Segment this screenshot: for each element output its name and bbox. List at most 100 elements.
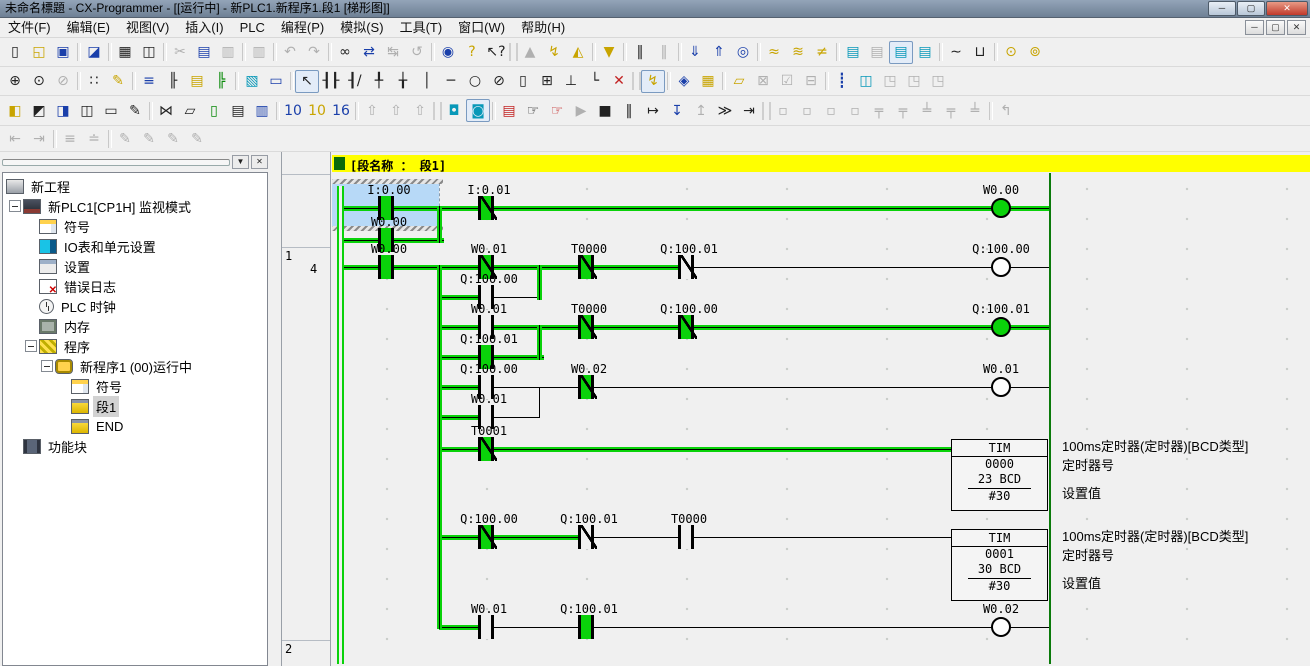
release-changes-icon[interactable]: ⊟ <box>799 70 823 93</box>
coil-q100.00[interactable] <box>991 257 1011 277</box>
contact-w0.01[interactable] <box>478 615 494 639</box>
expander-icon[interactable] <box>57 380 69 392</box>
timing-4-icon[interactable]: ╤ <box>939 99 963 122</box>
tree-item-programs[interactable]: 程序 <box>3 336 267 356</box>
vertical-line-icon[interactable]: │ <box>415 70 439 93</box>
symbol-table-icon[interactable]: ▤ <box>185 70 209 93</box>
monitor-view-icon[interactable]: ▤ <box>841 41 865 64</box>
invert-icon[interactable]: ⊥ <box>559 70 583 93</box>
expander-icon[interactable] <box>25 280 37 292</box>
window-chart-icon[interactable]: ◨ <box>51 99 75 122</box>
monitor-signed-icon[interactable]: 10 <box>305 99 329 122</box>
menu-item[interactable]: 模拟(S) <box>332 18 391 38</box>
rung-list-icon[interactable]: ≡ <box>137 70 161 93</box>
horizontal-line-icon[interactable]: ─ <box>439 70 463 93</box>
expander-icon[interactable] <box>25 320 37 332</box>
find-report-icon[interactable]: ◪ <box>82 41 106 64</box>
menu-item[interactable]: 文件(F) <box>0 18 59 38</box>
grid-icon[interactable]: ∷ <box>82 70 106 93</box>
contact-q100.00[interactable] <box>678 315 694 339</box>
tree-item-function-blocks[interactable]: 功能块 <box>3 436 267 456</box>
new-file-icon[interactable]: ▯ <box>3 41 27 64</box>
expander-icon[interactable] <box>9 440 21 452</box>
zoom-fit-icon[interactable]: ⊕ <box>3 70 27 93</box>
run-icon[interactable]: ▶ <box>569 99 593 122</box>
coil-nc-icon[interactable]: ⊘ <box>487 70 511 93</box>
window-maximize-button[interactable]: ▢ <box>1237 1 1265 16</box>
tree-item-error-log[interactable]: 错误日志 <box>3 276 267 296</box>
data-trace-icon[interactable]: ⊔ <box>968 41 992 64</box>
step-next-icon[interactable]: ↦ <box>641 99 665 122</box>
simulator-online-icon[interactable]: ↯ <box>641 70 665 93</box>
diff-1-icon[interactable]: ◳ <box>878 70 902 93</box>
copy-icon[interactable]: ▤ <box>192 41 216 64</box>
expander-icon[interactable] <box>25 240 37 252</box>
coil-icon[interactable]: ○ <box>463 70 487 93</box>
contact-or-no-icon[interactable]: ╀ <box>367 70 391 93</box>
coil-w0.01[interactable] <box>991 377 1011 397</box>
select-tool-icon[interactable]: ↖ <box>295 70 319 93</box>
coil-w0.02[interactable] <box>991 617 1011 637</box>
io-comment-icon[interactable]: ╟ <box>161 70 185 93</box>
instruction-dialog-icon[interactable]: ▭ <box>264 70 288 93</box>
contact-t0000[interactable] <box>578 315 594 339</box>
address-reference-icon[interactable]: ┋ <box>830 70 854 93</box>
tim-block-0000[interactable]: TIM 0000 23 BCD #30 <box>951 439 1048 511</box>
upload-program-icon[interactable]: ⇑ <box>707 41 731 64</box>
diff-2-icon[interactable]: ◳ <box>902 70 926 93</box>
align-left-icon[interactable]: ⇤ <box>3 127 27 150</box>
menu-item[interactable]: 编辑(E) <box>59 18 118 38</box>
pause-sim-icon[interactable]: ‖ <box>617 99 641 122</box>
window-minimize-button[interactable]: ─ <box>1208 1 1236 16</box>
download-program-icon[interactable]: ⇓ <box>683 41 707 64</box>
menu-item[interactable]: 视图(V) <box>118 18 177 38</box>
transfer-changes-icon[interactable]: ▤ <box>497 99 521 122</box>
monitor-hex-icon[interactable]: 16 <box>329 99 353 122</box>
context-help-icon[interactable]: ↖? <box>484 41 508 64</box>
menu-item[interactable]: 工具(T) <box>392 18 451 38</box>
expander-icon[interactable] <box>25 260 37 272</box>
expander-icon[interactable] <box>25 300 37 312</box>
print-preview-icon[interactable]: ◫ <box>137 41 161 64</box>
trace-box-2-icon[interactable]: ▫ <box>795 99 819 122</box>
pan-hand-icon[interactable]: ☞ <box>521 99 545 122</box>
stop-icon[interactable]: ■ <box>593 99 617 122</box>
mdi-close-button[interactable]: ✕ <box>1287 20 1306 35</box>
window-close-button[interactable]: ✕ <box>1266 1 1308 16</box>
instruction-icon[interactable]: ▯ <box>511 70 535 93</box>
panel-grip[interactable] <box>2 159 230 166</box>
work-online-icon[interactable]: ↯ <box>542 41 566 64</box>
tree-item-end[interactable]: END <box>3 416 267 436</box>
coil-w0.00[interactable] <box>991 198 1011 218</box>
contact-w0.02[interactable] <box>578 375 594 399</box>
compare-program-icon[interactable]: ≋ <box>786 41 810 64</box>
mdi-restore-button[interactable]: ▢ <box>1266 20 1285 35</box>
print-icon[interactable]: ▦ <box>113 41 137 64</box>
menu-item[interactable]: 帮助(H) <box>513 18 573 38</box>
send-changes-icon[interactable]: ⊠ <box>751 70 775 93</box>
fast-forward-icon[interactable]: ≫ <box>713 99 737 122</box>
zoom-in-icon[interactable]: ⊙ <box>27 70 51 93</box>
elbow-icon[interactable]: ↰ <box>994 99 1018 122</box>
contact-t0001[interactable] <box>478 437 494 461</box>
about-icon[interactable]: ◉ <box>436 41 460 64</box>
monitor-view-2-icon[interactable]: ▤ <box>865 41 889 64</box>
rung-comment-icon[interactable]: ▤ <box>226 99 250 122</box>
window-plain-icon[interactable]: ▭ <box>99 99 123 122</box>
comment-icon[interactable]: ✎ <box>106 70 130 93</box>
view-large-icon[interactable]: ▲ <box>518 41 542 64</box>
pause-monitor-icon[interactable]: ‖ <box>628 41 652 64</box>
window-mnemonic-icon[interactable]: ◩ <box>27 99 51 122</box>
timing-2-icon[interactable]: ╤ <box>891 99 915 122</box>
expander-icon[interactable] <box>9 200 21 212</box>
find-icon[interactable]: ∞ <box>333 41 357 64</box>
expander-icon[interactable] <box>25 220 37 232</box>
contact-or-nc-icon[interactable]: ╁ <box>391 70 415 93</box>
verify-changes-icon[interactable]: ☑ <box>775 70 799 93</box>
tree-item-program-symbols[interactable]: 符号 <box>3 376 267 396</box>
menu-item[interactable]: 窗口(W) <box>450 18 513 38</box>
contact-q100.01[interactable] <box>578 615 594 639</box>
timing-1-icon[interactable]: ╤ <box>867 99 891 122</box>
contact-nc-icon[interactable]: ┨/ <box>343 70 367 93</box>
monitor-pause-icon[interactable]: ▤ <box>913 41 937 64</box>
